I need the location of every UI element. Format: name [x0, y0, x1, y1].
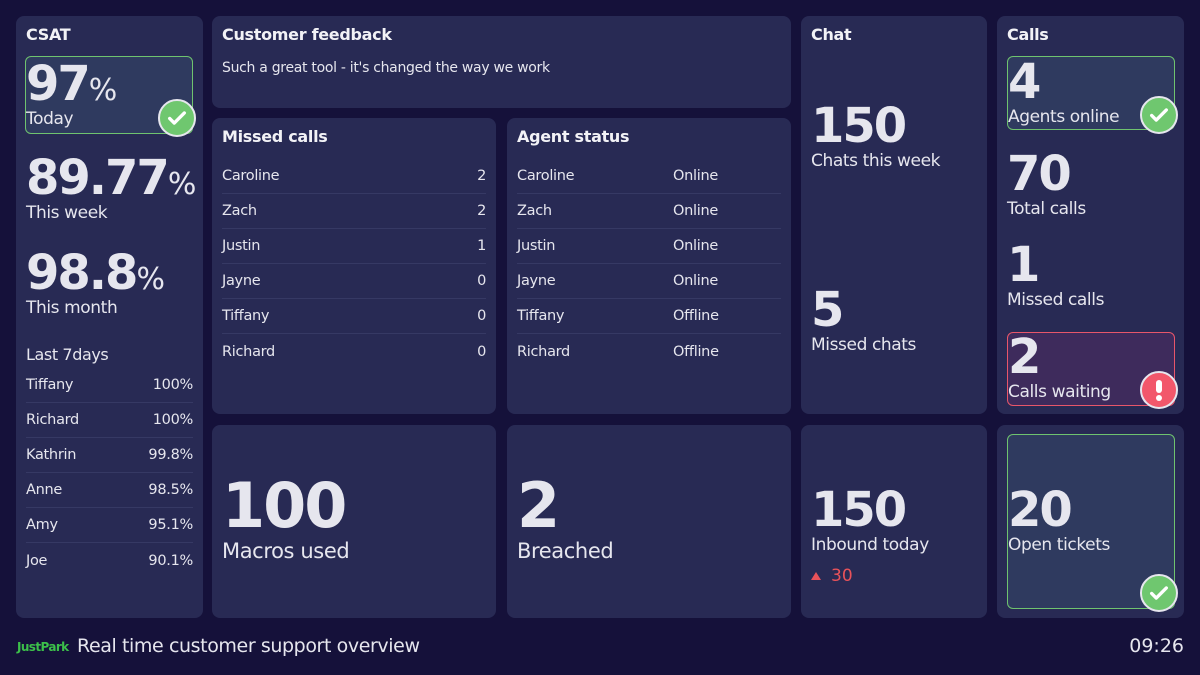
- agents-online-metric: 4 Agents online: [1008, 54, 1120, 127]
- list-item: Richard 100%: [26, 403, 193, 438]
- check-icon: [1140, 574, 1178, 612]
- missed-chats-value: 5: [811, 282, 844, 338]
- calls-waiting-label: Calls waiting: [1008, 382, 1111, 402]
- missed-calls-value: 1: [1007, 237, 1040, 293]
- open-tickets-metric: 20 Open tickets: [1008, 486, 1110, 555]
- csat-month-value: 98.8: [26, 245, 138, 301]
- table-row: Caroline 2: [222, 159, 486, 194]
- table-row: Tiffany Offline: [517, 299, 781, 334]
- feedback-text: Such a great tool - it's changed the way…: [222, 60, 550, 76]
- open-tickets-panel: 20 Open tickets: [997, 425, 1184, 618]
- csat-today-value: 97: [26, 56, 91, 112]
- footer: JustPark Real time customer support over…: [0, 628, 1200, 675]
- missed-calls-metric: 1 Missed calls: [1007, 241, 1104, 310]
- check-icon: [158, 99, 196, 137]
- table-row: Richard Offline: [517, 343, 719, 360]
- csat-week-label: This week: [26, 203, 108, 223]
- table-row: Richard 0: [222, 343, 486, 360]
- breached-panel: 2 Breached: [507, 425, 791, 618]
- macros-label: Macros used: [222, 539, 350, 563]
- inbound-label: Inbound today: [811, 535, 929, 555]
- calls-panel: Calls 4 Agents online 70 Total calls 1 M…: [997, 16, 1184, 414]
- csat-month: 98.8% This month: [26, 249, 165, 318]
- missed-chats-label: Missed chats: [811, 335, 917, 355]
- csat-week: 89.77% This week: [26, 154, 196, 223]
- list-item: Amy 95.1%: [26, 508, 193, 543]
- agents-online-value: 4: [1008, 54, 1041, 110]
- list-item: Anne 98.5%: [26, 473, 193, 508]
- breached-value: 2: [517, 469, 560, 542]
- csat-week-value: 89.77: [26, 150, 170, 206]
- check-icon: [1140, 96, 1178, 134]
- breached-label: Breached: [517, 539, 614, 563]
- table-row: Justin 1: [222, 229, 486, 264]
- macros-panel: 100 Macros used: [212, 425, 496, 618]
- agent-status-title: Agent status: [517, 127, 630, 146]
- csat-month-label: This month: [26, 298, 118, 318]
- table-row: Jayne Online: [517, 264, 781, 299]
- table-row: Justin Online: [517, 229, 781, 264]
- list-item: Tiffany 100%: [26, 368, 193, 403]
- agent-status-panel: Agent status Caroline Online Zach Online J…: [507, 118, 791, 414]
- last7-title: Last 7days: [26, 345, 109, 364]
- table-row: Zach 2: [222, 194, 486, 229]
- inbound-value: 150: [811, 482, 907, 538]
- table-row: Zach Online: [517, 194, 781, 229]
- total-calls-label: Total calls: [1007, 199, 1086, 219]
- inbound-metric: 150 Inbound today: [811, 486, 929, 555]
- csat-title: CSAT: [26, 25, 71, 44]
- breached-metric: 2 Breached: [517, 469, 614, 564]
- table-row: Tiffany 0: [222, 299, 486, 334]
- missed-calls-label: Missed calls: [1007, 290, 1105, 310]
- chat-title: Chat: [811, 25, 852, 44]
- missed-calls-panel: Missed calls Caroline 2 Zach 2 Justin 1 Jay…: [212, 118, 496, 414]
- macros-metric: 100 Macros used: [222, 469, 350, 564]
- list-item: Joe 90.1%: [26, 552, 193, 569]
- open-tickets-value: 20: [1008, 482, 1073, 538]
- chats-week-metric: 150 Chats this week: [811, 102, 940, 171]
- inbound-panel: 150 Inbound today 30: [801, 425, 987, 618]
- inbound-change-value: 30: [831, 566, 853, 586]
- agents-online-label: Agents online: [1008, 107, 1120, 127]
- csat-panel: CSAT 97% Today 89.77% This week 98.8% Th…: [16, 16, 203, 618]
- missed-calls-title: Missed calls: [222, 127, 328, 146]
- list-item: Kathrin 99.8%: [26, 438, 193, 473]
- csat-week-unit: %: [167, 167, 197, 202]
- triangle-up-icon: [811, 572, 821, 580]
- calls-title: Calls: [1007, 25, 1049, 44]
- clock: 09:26: [1129, 635, 1184, 657]
- calls-waiting-value: 2: [1008, 329, 1041, 385]
- calls-waiting-metric: 2 Calls waiting: [1008, 333, 1111, 402]
- chat-panel: Chat 150 Chats this week 5 Missed chats: [801, 16, 987, 414]
- missed-chats-metric: 5 Missed chats: [811, 286, 916, 355]
- total-calls-metric: 70 Total calls: [1007, 150, 1086, 219]
- csat-month-unit: %: [136, 262, 165, 297]
- feedback-title: Customer feedback: [222, 25, 392, 44]
- feedback-panel: Customer feedback Such a great tool - it…: [212, 16, 791, 108]
- dashboard-title: Real time customer support overview: [77, 635, 420, 657]
- chats-week-value: 150: [811, 98, 907, 154]
- macros-value: 100: [222, 469, 347, 542]
- alert-icon: [1140, 371, 1178, 409]
- open-tickets-label: Open tickets: [1008, 535, 1110, 555]
- table-row: Caroline Online: [517, 159, 781, 194]
- csat-today-unit: %: [88, 73, 118, 108]
- csat-today: 97% Today: [26, 60, 117, 129]
- csat-today-label: Today: [26, 109, 74, 129]
- table-row: Jayne 0: [222, 264, 486, 299]
- brand-logo: JustPark: [17, 640, 69, 654]
- total-calls-value: 70: [1007, 146, 1072, 202]
- chats-week-label: Chats this week: [811, 151, 941, 171]
- inbound-change: 30: [811, 566, 853, 586]
